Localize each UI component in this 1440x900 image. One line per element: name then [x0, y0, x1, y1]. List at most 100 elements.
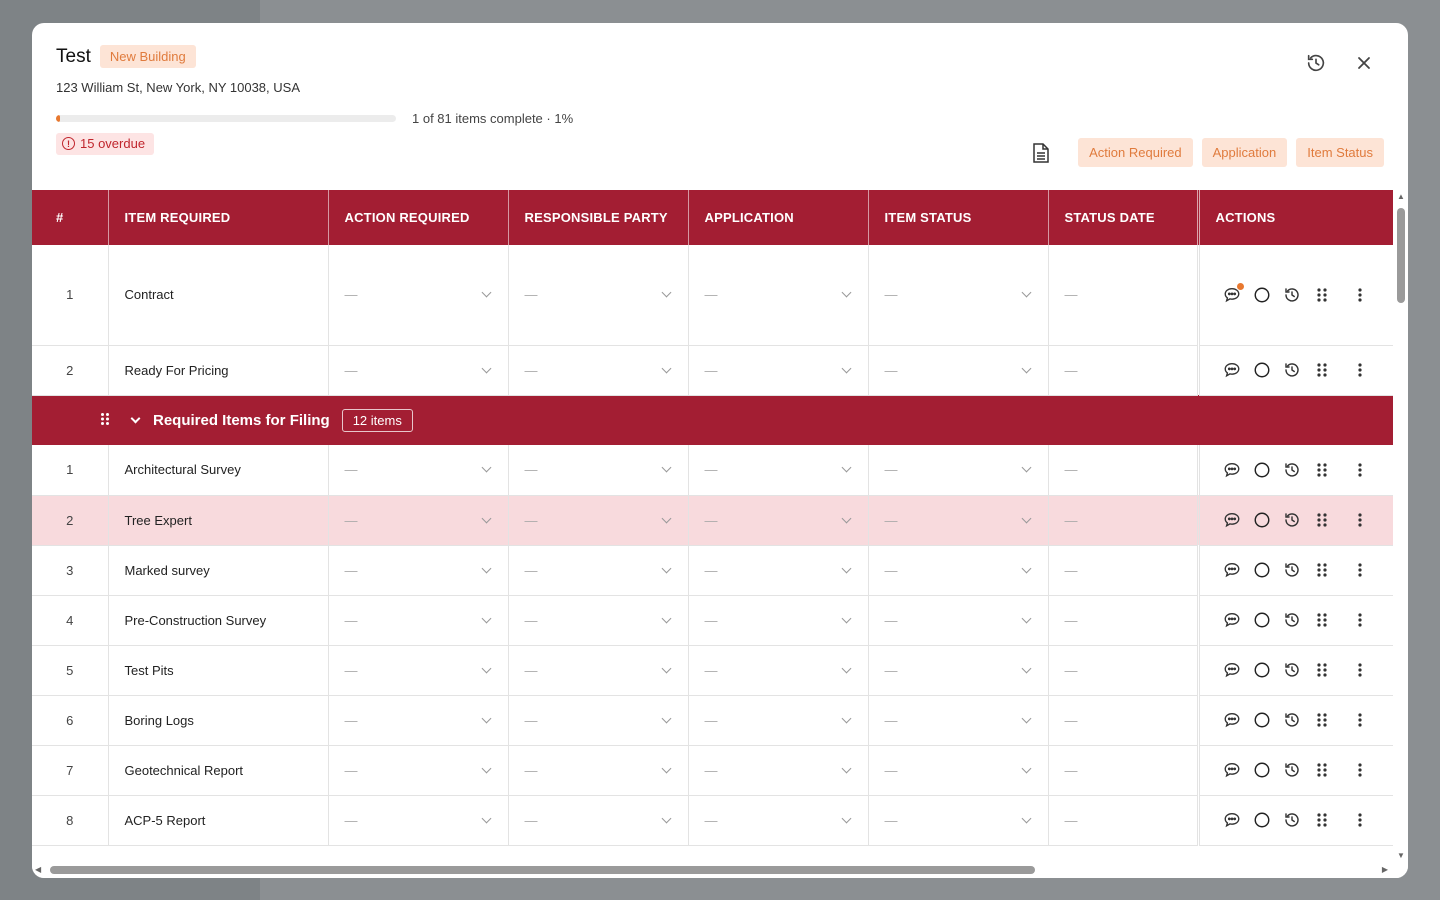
more-vertical-icon[interactable] [1350, 610, 1370, 630]
comment-icon[interactable] [1222, 560, 1242, 580]
more-vertical-icon[interactable] [1350, 360, 1370, 380]
responsible-party-select[interactable]: — [508, 345, 689, 396]
status-circle-icon[interactable] [1252, 460, 1272, 480]
action-required-select[interactable]: — [328, 245, 509, 346]
row-item-name[interactable]: Tree Expert [108, 495, 329, 546]
application-select[interactable]: — [688, 645, 869, 696]
comment-icon[interactable] [1222, 810, 1242, 830]
comment-icon[interactable] [1222, 610, 1242, 630]
scroll-down-arrow-icon[interactable]: ▼ [1397, 851, 1405, 860]
drag-handle-icon[interactable] [1312, 560, 1332, 580]
status-date-cell[interactable]: — [1048, 345, 1200, 396]
action-required-select[interactable]: — [328, 695, 509, 746]
history-icon[interactable] [1282, 710, 1302, 730]
comment-icon[interactable] [1222, 282, 1244, 305]
status-circle-icon[interactable] [1252, 510, 1272, 530]
history-icon[interactable] [1282, 560, 1302, 580]
status-circle-icon[interactable] [1252, 760, 1272, 780]
application-select[interactable]: — [688, 445, 869, 496]
more-vertical-icon[interactable] [1350, 460, 1370, 480]
status-date-cell[interactable]: — [1048, 495, 1200, 546]
status-circle-icon[interactable] [1252, 710, 1272, 730]
responsible-party-select[interactable]: — [508, 695, 689, 746]
responsible-party-select[interactable]: — [508, 445, 689, 496]
history-icon[interactable] [1304, 51, 1328, 75]
item-status-select[interactable]: — [868, 695, 1049, 746]
horizontal-scroll-thumb[interactable] [50, 866, 1035, 874]
drag-handle-icon[interactable] [1312, 810, 1332, 830]
application-select[interactable]: — [688, 795, 869, 846]
history-icon[interactable] [1282, 510, 1302, 530]
drag-handle-icon[interactable] [1312, 360, 1332, 380]
status-date-cell[interactable]: — [1048, 245, 1200, 346]
item-status-select[interactable]: — [868, 595, 1049, 646]
more-vertical-icon[interactable] [1350, 285, 1370, 305]
responsible-party-select[interactable]: — [508, 645, 689, 696]
more-vertical-icon[interactable] [1350, 760, 1370, 780]
action-required-select[interactable]: — [328, 345, 509, 396]
status-circle-icon[interactable] [1252, 285, 1272, 305]
item-status-select[interactable]: — [868, 745, 1049, 796]
status-circle-icon[interactable] [1252, 610, 1272, 630]
drag-handle-icon[interactable] [1312, 510, 1332, 530]
drag-handle-icon[interactable] [1312, 760, 1332, 780]
status-circle-icon[interactable] [1252, 360, 1272, 380]
status-date-cell[interactable]: — [1048, 695, 1200, 746]
application-select[interactable]: — [688, 545, 869, 596]
col-header-status-date[interactable]: STATUS DATE [1048, 190, 1200, 245]
application-select[interactable]: — [688, 345, 869, 396]
row-item-name[interactable]: Boring Logs [108, 695, 329, 746]
filter-action-required[interactable]: Action Required [1078, 138, 1193, 167]
history-icon[interactable] [1282, 660, 1302, 680]
filter-application[interactable]: Application [1201, 138, 1288, 167]
comment-icon[interactable] [1222, 360, 1242, 380]
row-item-name[interactable]: Marked survey [108, 545, 329, 596]
application-select[interactable]: — [688, 495, 869, 546]
vertical-scroll-thumb[interactable] [1397, 208, 1405, 303]
more-vertical-icon[interactable] [1350, 810, 1370, 830]
comment-icon[interactable] [1222, 510, 1242, 530]
status-date-cell[interactable]: — [1048, 545, 1200, 596]
overdue-badge[interactable]: ! 15 overdue [56, 133, 155, 155]
col-header-action-required[interactable]: ACTION REQUIRED [328, 190, 509, 245]
chevron-down-icon[interactable] [130, 413, 141, 424]
history-icon[interactable] [1282, 610, 1302, 630]
item-status-select[interactable]: — [868, 795, 1049, 846]
responsible-party-select[interactable]: — [508, 745, 689, 796]
close-icon[interactable] [1352, 51, 1376, 75]
action-required-select[interactable]: — [328, 795, 509, 846]
drag-handle-icon[interactable] [100, 412, 110, 429]
status-date-cell[interactable]: — [1048, 795, 1200, 846]
status-circle-icon[interactable] [1252, 560, 1272, 580]
col-header-item-required[interactable]: ITEM REQUIRED [108, 190, 329, 245]
item-status-select[interactable]: — [868, 495, 1049, 546]
col-header-item-status[interactable]: ITEM STATUS [868, 190, 1049, 245]
responsible-party-select[interactable]: — [508, 795, 689, 846]
application-select[interactable]: — [688, 595, 869, 646]
history-icon[interactable] [1282, 285, 1302, 305]
responsible-party-select[interactable]: — [508, 545, 689, 596]
more-vertical-icon[interactable] [1350, 560, 1370, 580]
comment-icon[interactable] [1222, 710, 1242, 730]
more-vertical-icon[interactable] [1350, 660, 1370, 680]
filter-item-status[interactable]: Item Status [1296, 138, 1384, 167]
status-date-cell[interactable]: — [1048, 645, 1200, 696]
status-circle-icon[interactable] [1252, 810, 1272, 830]
scroll-right-arrow-icon[interactable]: ▶ [1382, 865, 1388, 874]
comment-icon[interactable] [1222, 660, 1242, 680]
item-status-select[interactable]: — [868, 245, 1049, 346]
row-item-name[interactable]: Geotechnical Report [108, 745, 329, 796]
item-status-select[interactable]: — [868, 445, 1049, 496]
row-item-name[interactable]: Test Pits [108, 645, 329, 696]
responsible-party-select[interactable]: — [508, 245, 689, 346]
group-header-row[interactable]: Required Items for Filing 12 items [32, 395, 1393, 445]
vertical-scrollbar[interactable]: ▲ ▼ [1393, 190, 1408, 862]
col-header-application[interactable]: APPLICATION [688, 190, 869, 245]
action-required-select[interactable]: — [328, 445, 509, 496]
item-status-select[interactable]: — [868, 345, 1049, 396]
history-icon[interactable] [1282, 760, 1302, 780]
row-item-name[interactable]: Architectural Survey [108, 445, 329, 496]
scroll-left-arrow-icon[interactable]: ◀ [35, 865, 41, 874]
row-item-name[interactable]: ACP-5 Report [108, 795, 329, 846]
row-item-name[interactable]: Ready For Pricing [108, 345, 329, 396]
